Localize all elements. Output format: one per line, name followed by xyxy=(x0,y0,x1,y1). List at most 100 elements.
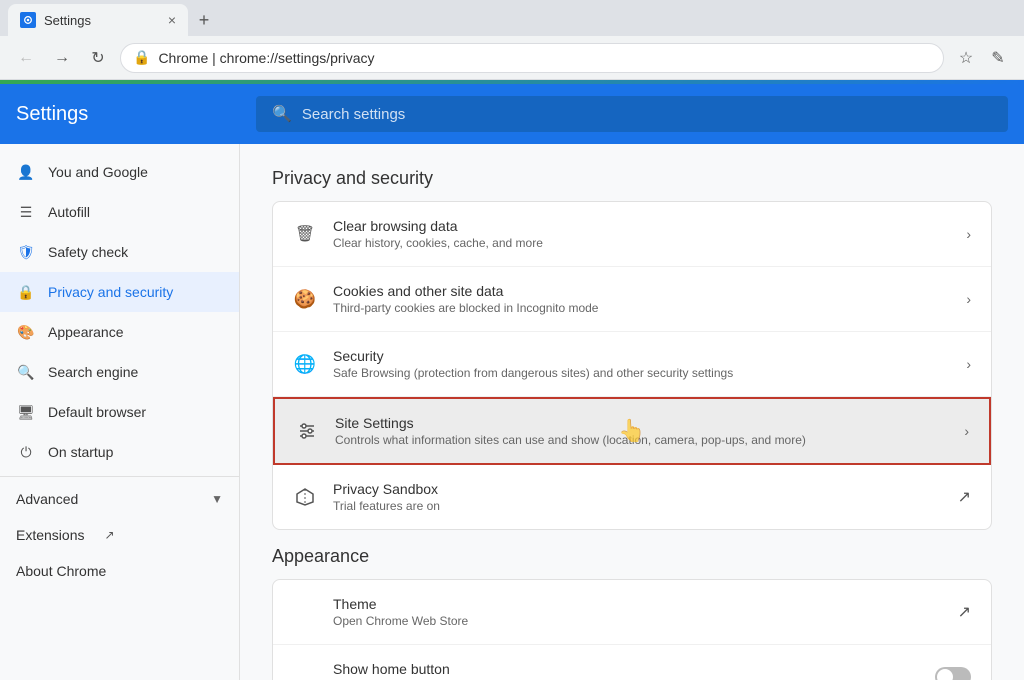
security-item[interactable]: 🌐 Security Safe Browsing (protection fro… xyxy=(273,332,991,397)
content-area: 👤 You and Google ☰ Autofill 🛡 Safety che… xyxy=(0,144,1024,680)
sidebar-item-appearance[interactable]: 🎨 Appearance xyxy=(0,312,239,352)
browser-icon: 🖥 xyxy=(16,402,36,422)
expand-icon: ▼ xyxy=(211,492,223,506)
lock-icon: 🔒 xyxy=(133,49,150,66)
about-chrome-label: About Chrome xyxy=(16,563,106,579)
tab-title: Settings xyxy=(44,13,91,28)
tab-close-button[interactable]: × xyxy=(168,12,176,28)
tab-bar: Settings × + xyxy=(0,0,1024,36)
appearance-section: Appearance Theme Open Chrome Web Store ↗ xyxy=(272,546,992,680)
security-title: Security xyxy=(333,348,950,364)
site-settings-arrow: › xyxy=(964,423,969,439)
sliders-icon xyxy=(295,419,319,443)
url-path: chrome://settings/privacy xyxy=(220,50,375,66)
external-link-icon: ↗ xyxy=(104,528,114,542)
sidebar-item-autofill[interactable]: ☰ Autofill xyxy=(0,192,239,232)
theme-text: Theme Open Chrome Web Store xyxy=(293,596,942,628)
theme-item[interactable]: Theme Open Chrome Web Store ↗ xyxy=(273,580,991,645)
clear-browsing-item[interactable]: 🗑 Clear browsing data Clear history, coo… xyxy=(273,202,991,267)
home-button-text: Show home button Disabled xyxy=(293,661,919,680)
sidebar-item-about-chrome[interactable]: About Chrome xyxy=(0,553,239,589)
privacy-sandbox-item[interactable]: Privacy Sandbox Trial features are on ↗ xyxy=(273,465,991,529)
cookies-arrow: › xyxy=(966,291,971,307)
search-input[interactable] xyxy=(302,106,992,123)
cookies-text: Cookies and other site data Third-party … xyxy=(333,283,950,315)
sidebar-item-search-engine[interactable]: 🔍 Search engine xyxy=(0,352,239,392)
home-button-title: Show home button xyxy=(333,661,919,677)
privacy-settings-card: 🗑 Clear browsing data Clear history, coo… xyxy=(272,201,992,530)
nav-bar: ← → ↻ 🔒 Chrome | chrome://settings/priva… xyxy=(0,36,1024,80)
cookies-title: Cookies and other site data xyxy=(333,283,950,299)
site-settings-text: Site Settings Controls what information … xyxy=(335,415,948,447)
site-settings-title: Site Settings xyxy=(335,415,948,431)
nav-actions: ☆ ✎ xyxy=(952,44,1012,72)
cookies-item[interactable]: 🍪 Cookies and other site data Third-part… xyxy=(273,267,991,332)
clear-browsing-text: Clear browsing data Clear history, cooki… xyxy=(333,218,950,250)
address-bar[interactable]: 🔒 Chrome | chrome://settings/privacy xyxy=(120,43,944,73)
settings-tab[interactable]: Settings × xyxy=(8,4,188,36)
advanced-label: Advanced xyxy=(16,491,78,507)
privacy-sandbox-subtitle: Trial features are on xyxy=(333,499,942,513)
appearance-section-title: Appearance xyxy=(272,546,992,567)
sidebar-item-privacy-security[interactable]: 🔒 Privacy and security xyxy=(0,272,239,312)
settings-title: Settings xyxy=(16,103,88,126)
star-button[interactable]: ☆ xyxy=(952,44,980,72)
main-panel: Privacy and security 🗑 Clear browsing da… xyxy=(240,144,1024,680)
sidebar-label-search-engine: Search engine xyxy=(48,364,138,380)
cookie-icon: 🍪 xyxy=(293,287,317,311)
home-button-toggle[interactable] xyxy=(935,667,971,680)
clear-browsing-subtitle: Clear history, cookies, cache, and more xyxy=(333,236,950,250)
security-text: Security Safe Browsing (protection from … xyxy=(333,348,950,380)
sidebar-title-area: Settings xyxy=(16,103,256,126)
privacy-sandbox-ext-icon: ↗ xyxy=(958,487,971,507)
sidebar: 👤 You and Google ☰ Autofill 🛡 Safety che… xyxy=(0,144,240,680)
edit-button[interactable]: ✎ xyxy=(984,44,1012,72)
sidebar-nav: 👤 You and Google ☰ Autofill 🛡 Safety che… xyxy=(0,144,239,597)
sidebar-label-appearance: Appearance xyxy=(48,324,124,340)
toggle-knob xyxy=(937,669,953,680)
security-subtitle: Safe Browsing (protection from dangerous… xyxy=(333,366,950,380)
home-button-item[interactable]: Show home button Disabled xyxy=(273,645,991,680)
theme-ext-icon: ↗ xyxy=(958,602,971,622)
refresh-button[interactable]: ↻ xyxy=(84,44,112,72)
sidebar-item-safety-check[interactable]: 🛡 Safety check xyxy=(0,232,239,272)
globe-icon: 🌐 xyxy=(293,352,317,376)
security-arrow: › xyxy=(966,356,971,372)
theme-subtitle: Open Chrome Web Store xyxy=(333,614,942,628)
search-icon: 🔍 xyxy=(16,362,36,382)
advanced-expandable[interactable]: Advanced ▼ xyxy=(0,481,239,517)
sidebar-label-on-startup: On startup xyxy=(48,444,113,460)
sidebar-item-default-browser[interactable]: 🖥 Default browser xyxy=(0,392,239,432)
clear-browsing-arrow: › xyxy=(966,226,971,242)
sidebar-label-default-browser: Default browser xyxy=(48,404,146,420)
sidebar-label-autofill: Autofill xyxy=(48,204,90,220)
person-icon: 👤 xyxy=(16,162,36,182)
search-icon: 🔍 xyxy=(272,104,292,124)
privacy-sandbox-title: Privacy Sandbox xyxy=(333,481,942,497)
sidebar-label-safety-check: Safety check xyxy=(48,244,128,260)
sidebar-label-you-google: You and Google xyxy=(48,164,148,180)
search-bar-container: Settings 🔍 xyxy=(0,84,1024,144)
new-tab-button[interactable]: + xyxy=(188,4,220,36)
sidebar-item-on-startup[interactable]: ⏻ On startup xyxy=(0,432,239,472)
privacy-section-title: Privacy and security xyxy=(272,168,992,189)
appearance-icon: 🎨 xyxy=(16,322,36,342)
cookies-subtitle: Third-party cookies are blocked in Incog… xyxy=(333,301,950,315)
tab-favicon xyxy=(20,12,36,28)
site-settings-item[interactable]: Site Settings Controls what information … xyxy=(273,397,991,465)
browser-frame: Settings × + ← → ↻ 🔒 Chrome | chrome://s… xyxy=(0,0,1024,680)
appearance-settings-card: Theme Open Chrome Web Store ↗ Show home … xyxy=(272,579,992,680)
privacy-icon: 🔒 xyxy=(16,282,36,302)
shield-icon: 🛡 xyxy=(16,242,36,262)
back-button[interactable]: ← xyxy=(12,44,40,72)
search-bar-wrap[interactable]: 🔍 xyxy=(256,96,1008,132)
sidebar-item-you-google[interactable]: 👤 You and Google xyxy=(0,152,239,192)
url-display: Chrome | chrome://settings/privacy xyxy=(158,50,374,66)
clear-browsing-title: Clear browsing data xyxy=(333,218,950,234)
sidebar-item-extensions[interactable]: Extensions ↗ xyxy=(0,517,239,553)
autofill-icon: ☰ xyxy=(16,202,36,222)
site-settings-subtitle: Controls what information sites can use … xyxy=(335,433,948,447)
extensions-label: Extensions xyxy=(16,527,84,543)
forward-button[interactable]: → xyxy=(48,44,76,72)
startup-icon: ⏻ xyxy=(16,442,36,462)
